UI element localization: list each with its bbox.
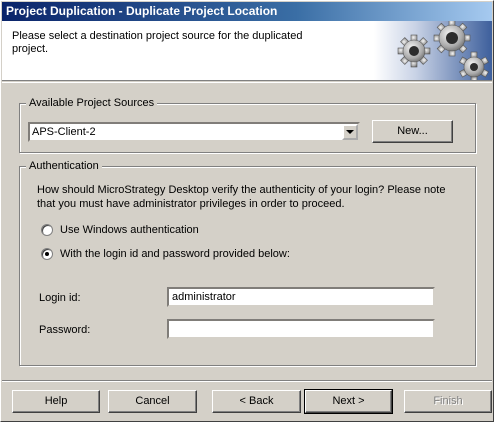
- cancel-button[interactable]: Cancel: [108, 390, 197, 413]
- header-divider: [2, 82, 492, 83]
- password-input[interactable]: [167, 319, 435, 339]
- back-button[interactable]: < Back: [212, 390, 301, 413]
- windows-auth-option[interactable]: Use Windows authentication: [41, 224, 199, 236]
- finish-button[interactable]: Finish: [404, 390, 492, 413]
- password-label: Password:: [39, 324, 91, 336]
- new-project-source-button[interactable]: New...: [372, 120, 453, 143]
- project-source-selected-value: APS-Client-2: [32, 126, 96, 138]
- authentication-description: How should MicroStrategy Desktop verify …: [37, 184, 446, 210]
- footer-divider-highlight: [2, 381, 492, 382]
- login-password-option[interactable]: With the login id and password provided …: [41, 248, 290, 260]
- login-password-radio[interactable]: [41, 248, 53, 260]
- windows-auth-label: Use Windows authentication: [60, 224, 199, 236]
- help-button[interactable]: Help: [12, 390, 100, 413]
- login-password-label: With the login id and password provided …: [60, 248, 290, 260]
- windows-auth-radio[interactable]: [41, 224, 53, 236]
- chevron-down-icon[interactable]: [342, 124, 358, 140]
- window-title: Project Duplication - Duplicate Project …: [6, 4, 278, 18]
- login-id-label: Login id:: [39, 292, 81, 304]
- gears-icon: [374, 21, 492, 80]
- wizard-header: Please select a destination project sour…: [2, 21, 492, 81]
- project-source-select[interactable]: APS-Client-2: [28, 122, 360, 142]
- project-sources-legend: Available Project Sources: [26, 96, 158, 110]
- next-button[interactable]: Next >: [304, 389, 393, 414]
- project-duplication-dialog: Project Duplication - Duplicate Project …: [0, 0, 494, 422]
- title-bar[interactable]: Project Duplication - Duplicate Project …: [2, 2, 492, 21]
- login-id-input[interactable]: administrator: [167, 287, 435, 307]
- authentication-legend: Authentication: [26, 159, 102, 173]
- header-instruction: Please select a destination project sour…: [12, 30, 303, 55]
